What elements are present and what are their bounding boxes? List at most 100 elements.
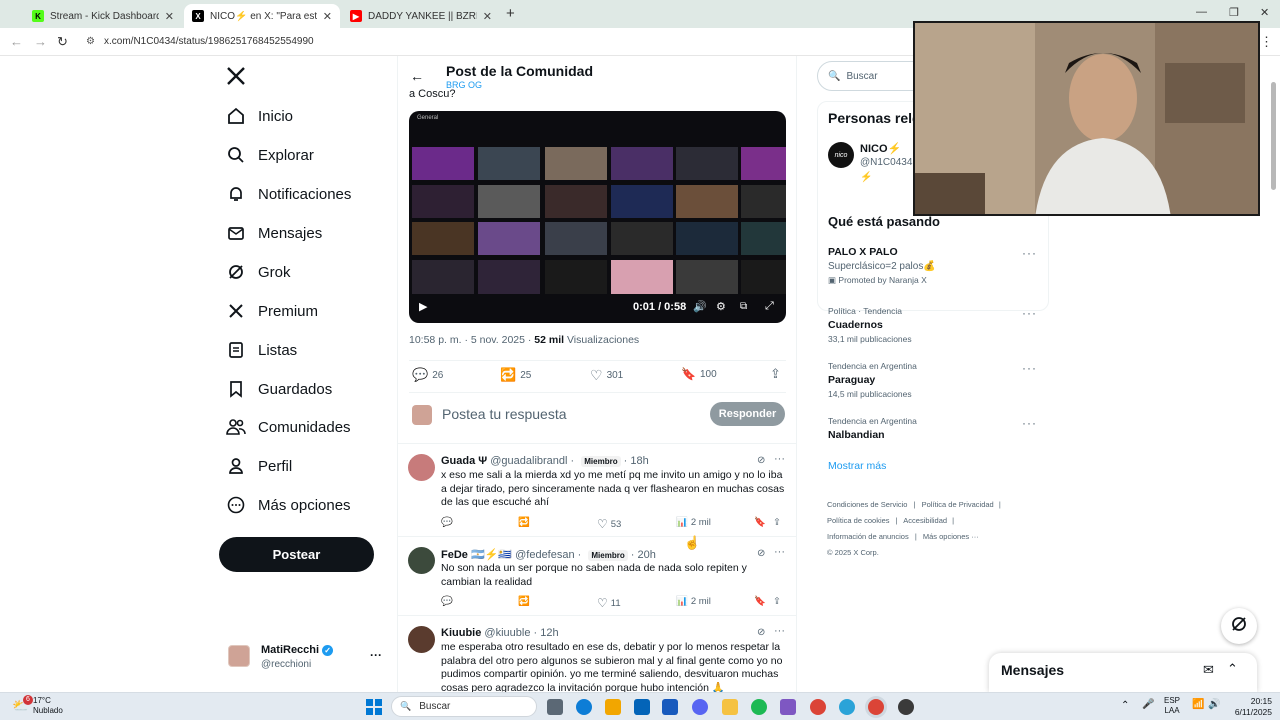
video-player[interactable]: General ▶ 0:01 / 0:58 🔊 ⚙ ⧉ ⤢ bbox=[409, 111, 786, 323]
nav-grok[interactable]: Grok bbox=[226, 257, 291, 287]
site-info-icon[interactable]: ⚙ bbox=[86, 36, 95, 47]
footer-link[interactable]: Más opciones ··· bbox=[923, 532, 979, 541]
language-indicator[interactable]: ESP LAA bbox=[1164, 696, 1180, 716]
edge-icon[interactable] bbox=[576, 699, 592, 715]
nav-premium[interactable]: Premium bbox=[226, 296, 318, 326]
more-icon[interactable]: ··· bbox=[1022, 306, 1037, 320]
messages-drawer[interactable]: Mensajes ✉ ⌃ bbox=[989, 653, 1257, 692]
trend-item[interactable]: PALO X PALO Superclásico=2 palos💰 ▣ Prom… bbox=[828, 246, 1043, 286]
nav-explore[interactable]: Explorar bbox=[226, 140, 314, 170]
telegram-icon[interactable] bbox=[839, 699, 855, 715]
more-icon[interactable]: ··· bbox=[1022, 361, 1037, 375]
back-icon[interactable]: ← bbox=[10, 34, 23, 49]
reply-input[interactable]: Postea tu respuesta bbox=[442, 406, 567, 422]
weather-widget[interactable]: ⛅ 6 bbox=[12, 695, 33, 715]
new-tab-button[interactable]: + bbox=[506, 5, 515, 22]
footer-link[interactable]: Condiciones de Servicio bbox=[827, 500, 907, 509]
reply-icon[interactable]: 💬 bbox=[441, 596, 453, 607]
reply-button[interactable]: Responder bbox=[710, 402, 785, 426]
obs-icon[interactable] bbox=[898, 699, 914, 715]
speaker-icon[interactable]: 🔊 bbox=[1208, 699, 1220, 710]
grok-float-button[interactable] bbox=[1221, 608, 1257, 644]
bookmark-action[interactable]: 🔖 100 bbox=[681, 367, 717, 381]
microphone-icon[interactable]: 🎤 bbox=[1142, 699, 1154, 710]
chrome-icon[interactable] bbox=[810, 699, 826, 715]
more-icon[interactable]: ··· bbox=[774, 546, 785, 558]
tab-youtube[interactable]: ▶ DADDY YANKEE || BZRP Music ✕ bbox=[342, 4, 500, 28]
taskbar-search[interactable]: 🔍 Buscar bbox=[391, 696, 537, 717]
clock[interactable]: 20:15 6/11/2025 bbox=[1224, 696, 1272, 718]
reply-icon[interactable]: 💬 bbox=[441, 517, 453, 528]
nav-bookmarks[interactable]: Guardados bbox=[226, 374, 332, 404]
trend-item[interactable]: Política · Tendencia Cuadernos 33,1 mil … bbox=[828, 306, 1043, 344]
views-action[interactable]: 📊 2 mil bbox=[676, 517, 711, 528]
footer-link[interactable]: Política de Privacidad bbox=[922, 500, 994, 509]
app-icon[interactable] bbox=[780, 699, 796, 715]
reload-icon[interactable]: ↻ bbox=[57, 34, 68, 50]
bookmark-icon[interactable]: 🔖 bbox=[754, 517, 766, 528]
task-view-icon[interactable] bbox=[547, 699, 563, 715]
chrome-active-icon[interactable] bbox=[868, 699, 884, 715]
grok-icon[interactable]: ⊘ bbox=[757, 627, 765, 638]
minimize-icon[interactable]: — bbox=[1196, 6, 1207, 18]
wifi-icon[interactable]: 📶 bbox=[1192, 699, 1204, 710]
close-tab-icon[interactable]: ✕ bbox=[323, 10, 332, 23]
reply-tweet[interactable]: Guada Ψ @guadalibrandl · Miembro · 18h ⊘… bbox=[398, 444, 796, 537]
outlook-icon[interactable] bbox=[634, 699, 650, 715]
new-message-icon[interactable]: ✉ bbox=[1203, 662, 1214, 678]
file-explorer-icon[interactable] bbox=[722, 699, 738, 715]
more-icon[interactable]: ··· bbox=[1022, 246, 1037, 260]
nav-profile[interactable]: Perfil bbox=[226, 451, 292, 481]
more-icon[interactable]: ··· bbox=[774, 625, 785, 637]
grok-icon[interactable]: ⊘ bbox=[757, 548, 765, 559]
nav-communities[interactable]: Comunidades bbox=[226, 412, 351, 442]
like-action[interactable]: ♡ 11 bbox=[597, 596, 621, 610]
chevron-up-icon[interactable]: ⌃ bbox=[1121, 700, 1129, 711]
nav-home[interactable]: Inicio bbox=[226, 101, 293, 131]
repost-icon[interactable]: 🔁 bbox=[518, 596, 530, 607]
reply-tweet[interactable]: FeDe 🇦🇷⚡🇺🇾 @fedefesan · Miembro · 20h ⊘ … bbox=[398, 537, 796, 616]
windows-start-icon[interactable] bbox=[366, 699, 382, 715]
reply-tweet[interactable]: Kiuubie @kiuuble · 12h ⊘ ··· me esperaba… bbox=[398, 616, 796, 692]
url-field[interactable]: x.com/N1C0434/status/1986251768452554990 bbox=[104, 36, 314, 47]
footer-link[interactable]: Accesibilidad bbox=[903, 516, 947, 525]
nav-messages[interactable]: Mensajes bbox=[226, 218, 322, 248]
nav-lists[interactable]: Listas bbox=[226, 335, 297, 365]
nav-notifications[interactable]: Notificaciones bbox=[226, 179, 351, 209]
trend-item[interactable]: Tendencia en Argentina Nalbandian ··· bbox=[828, 416, 1043, 441]
bookmark-icon[interactable]: 🔖 bbox=[754, 596, 766, 607]
discord-icon[interactable] bbox=[692, 699, 708, 715]
play-icon[interactable]: ▶ bbox=[419, 300, 427, 313]
footer-link[interactable]: Información de anuncios bbox=[827, 532, 909, 541]
like-action[interactable]: ♡ 53 bbox=[597, 517, 621, 531]
word-icon[interactable] bbox=[662, 699, 678, 715]
fullscreen-icon[interactable]: ⤢ bbox=[765, 300, 774, 313]
nav-more-options[interactable]: Más opciones bbox=[226, 490, 351, 520]
settings-gear-icon[interactable]: ⚙ bbox=[716, 300, 726, 313]
like-action[interactable]: ♡ 301 bbox=[590, 367, 623, 384]
footer-link[interactable]: Política de cookies bbox=[827, 516, 890, 525]
forward-icon[interactable]: → bbox=[34, 34, 47, 49]
share-icon[interactable]: ⇪ bbox=[770, 366, 781, 382]
views-action[interactable]: 📊 2 mil bbox=[676, 596, 711, 607]
show-more-link[interactable]: Mostrar más bbox=[828, 460, 886, 472]
reply-action[interactable]: 💬 26 bbox=[412, 367, 443, 383]
maximize-icon[interactable]: ❐ bbox=[1229, 6, 1239, 19]
store-icon[interactable] bbox=[605, 699, 621, 715]
close-window-icon[interactable]: ✕ bbox=[1260, 6, 1269, 19]
volume-icon[interactable]: 🔊 bbox=[693, 300, 707, 313]
repost-icon[interactable]: 🔁 bbox=[518, 517, 530, 528]
share-icon[interactable]: ⇪ bbox=[773, 517, 781, 528]
back-arrow-icon[interactable]: ← bbox=[410, 68, 424, 84]
expand-icon[interactable]: ⌃ bbox=[1227, 661, 1238, 677]
repost-action[interactable]: 🔁 25 bbox=[500, 367, 531, 383]
tab-kick-dashboard[interactable]: K Stream - Kick Dashboard ✕ bbox=[24, 4, 182, 28]
browser-menu-icon[interactable]: ⋮ bbox=[1260, 34, 1273, 50]
more-icon[interactable]: ··· bbox=[1022, 416, 1037, 430]
x-logo-icon[interactable] bbox=[226, 66, 246, 91]
account-more-icon[interactable]: ··· bbox=[370, 648, 382, 662]
close-tab-icon[interactable]: ✕ bbox=[483, 10, 492, 23]
more-icon[interactable]: ··· bbox=[774, 453, 785, 465]
trend-item[interactable]: Tendencia en Argentina Paraguay 14,5 mil… bbox=[828, 361, 1043, 399]
person-name[interactable]: NICO⚡ bbox=[860, 142, 901, 155]
